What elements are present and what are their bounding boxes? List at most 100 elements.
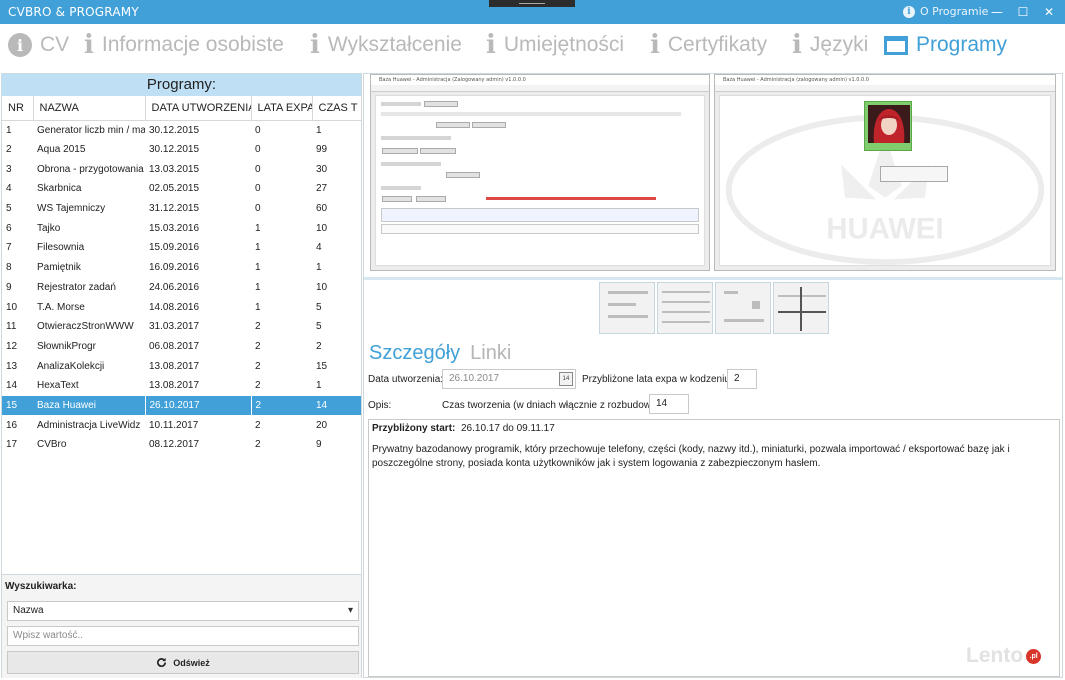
- row-exp-years: 2: [255, 439, 261, 451]
- details-panel: Baza Huawei - Administracja (Zalogowany …: [363, 73, 1063, 678]
- row-exp-years: 0: [255, 183, 261, 195]
- row-name: WS Tajemniczy: [37, 203, 106, 215]
- program-screenshot-secondary[interactable]: Baza Huawei - Administracja (zalogowany …: [714, 74, 1056, 271]
- column-header[interactable]: NAZWA: [33, 96, 146, 121]
- column-header[interactable]: CZAS T: [312, 96, 362, 121]
- close-button[interactable]: ✕: [1035, 0, 1063, 24]
- table-row[interactable]: 5 WS Tajemniczy 31.12.2015 0 60: [2, 199, 361, 219]
- row-date: 30.12.2015: [149, 124, 200, 136]
- tab-informacje-osobiste[interactable]: i Informacje osobiste: [84, 28, 284, 62]
- row-date: 13.08.2017: [149, 360, 200, 372]
- thumbnail-4[interactable]: [773, 282, 829, 334]
- info-icon: i: [84, 30, 94, 60]
- column-header[interactable]: LATA EXPA: [251, 96, 313, 121]
- row-number: 8: [6, 262, 12, 274]
- row-time: 10: [316, 281, 328, 293]
- row-date: 30.12.2015: [149, 144, 200, 156]
- row-time: 15: [316, 360, 328, 372]
- row-name: AnalizaKolekcji: [37, 360, 105, 372]
- row-number: 17: [6, 439, 18, 451]
- column-header[interactable]: NR: [2, 96, 34, 121]
- created-date-picker[interactable]: 26.10.2017 14: [442, 369, 576, 389]
- about-button[interactable]: i O Programie: [903, 5, 988, 18]
- row-date: 13.03.2015: [149, 163, 200, 175]
- main-nav: i CV i Informacje osobiste i Wykształcen…: [0, 24, 1065, 70]
- tab-cv[interactable]: i CV: [8, 28, 69, 62]
- search-input[interactable]: Wpisz wartość..: [7, 626, 359, 646]
- row-date: 08.12.2017: [149, 439, 200, 451]
- table-row[interactable]: 9 Rejestrator zadań 24.06.2016 1 10: [2, 278, 361, 298]
- row-number: 12: [6, 340, 18, 352]
- row-number: 15: [2, 395, 33, 416]
- experience-field[interactable]: 2: [727, 369, 757, 389]
- table-row[interactable]: 4 Skarbnica 02.05.2015 0 27: [2, 179, 361, 199]
- tab-programy[interactable]: Programy: [884, 28, 1007, 62]
- row-name: CVBro: [37, 439, 67, 451]
- row-time: 14: [312, 395, 361, 416]
- table-row[interactable]: 12 SłownikProgr 06.08.2017 2 2: [2, 337, 361, 357]
- row-exp-years: 1: [255, 301, 261, 313]
- table-row[interactable]: 11 OtwieraczStronWWW 31.03.2017 2 5: [2, 317, 361, 337]
- row-date: 26.10.2017: [144, 395, 252, 416]
- row-number: 10: [6, 301, 18, 313]
- table-row[interactable]: 1 Generator liczb min / max 30.12.2015 0 1: [2, 120, 361, 140]
- column-header[interactable]: DATA UTWORZENIA: [145, 96, 252, 121]
- row-name: Rejestrator zadań: [37, 281, 116, 293]
- table-row[interactable]: 8 Pamiętnik 16.09.2016 1 1: [2, 258, 361, 278]
- row-name: HexaText: [37, 380, 79, 392]
- row-date: 31.03.2017: [149, 321, 200, 333]
- info-circle-icon: i: [8, 33, 32, 57]
- table-row[interactable]: 2 Aqua 2015 30.12.2015 0 99: [2, 140, 361, 160]
- program-screenshot-main[interactable]: Baza Huawei - Administracja (Zalogowany …: [370, 74, 710, 271]
- start-value: 26.10.17 do 09.11.17: [461, 423, 555, 434]
- row-date: 13.08.2017: [149, 380, 200, 392]
- search-field-select[interactable]: Nazwa: [7, 601, 359, 621]
- row-name: SłownikProgr: [37, 340, 96, 352]
- row-name: Pamiętnik: [37, 262, 81, 274]
- search-panel: Wyszukiwarka: Nazwa Wpisz wartość.. Odśw…: [2, 574, 361, 678]
- tab-label: Programy: [916, 33, 1008, 56]
- table-row[interactable]: 14 HexaText 13.08.2017 2 1: [2, 376, 361, 396]
- lento-logo-text: Lento: [966, 644, 1024, 667]
- screenshot-title: Baza Huawei - Administracja (zalogowany …: [715, 75, 1055, 85]
- row-time: 60: [316, 203, 328, 215]
- row-exp-years: 1: [255, 281, 261, 293]
- tab-jezyki[interactable]: i Języki: [792, 28, 868, 62]
- tab-certyfikaty[interactable]: i Certyfikaty: [650, 28, 767, 62]
- minimize-button[interactable]: —: [983, 0, 1011, 24]
- table-row[interactable]: 6 Tajko 15.03.2016 1 10: [2, 218, 361, 238]
- row-date: 14.08.2016: [149, 301, 200, 313]
- table-row[interactable]: 15 Baza Huawei 26.10.2017 2 14: [2, 395, 361, 416]
- drag-handle[interactable]: [489, 0, 575, 7]
- tab-szczegoly[interactable]: Szczegóły: [369, 342, 460, 365]
- programs-table: NR NAZWA DATA UTWORZENIA LATA EXPA CZAS …: [2, 96, 362, 455]
- creation-time-label: Czas tworzenia (w dniach włącznie z rozb…: [442, 400, 660, 411]
- table-row[interactable]: 3 Obrona - przygotowania 13.03.2015 0 30: [2, 159, 361, 179]
- table-row[interactable]: 17 CVBro 08.12.2017 2 9: [2, 435, 361, 455]
- row-date: 10.11.2017: [149, 419, 199, 431]
- refresh-button[interactable]: Odśwież: [7, 651, 359, 674]
- thumbnail-2[interactable]: [657, 282, 713, 334]
- table-row[interactable]: 7 Filesownia 15.09.2016 1 4: [2, 238, 361, 258]
- row-exp-years: 1: [255, 242, 261, 254]
- details-tabs: Szczegóły Linki: [369, 342, 511, 365]
- row-number: 3: [6, 163, 12, 175]
- watermark-text: HUAWEI: [826, 213, 943, 246]
- table-row[interactable]: 10 T.A. Morse 14.08.2016 1 5: [2, 297, 361, 317]
- tab-wyksztalcenie[interactable]: i Wykształcenie: [310, 28, 462, 62]
- creation-time-field[interactable]: 14: [649, 394, 689, 414]
- table-row[interactable]: 13 AnalizaKolekcji 13.08.2017 2 15: [2, 356, 361, 376]
- row-time: 10: [316, 222, 328, 234]
- maximize-button[interactable]: ☐: [1009, 0, 1037, 24]
- thumbnail-1[interactable]: [599, 282, 655, 334]
- info-icon: i: [310, 30, 320, 60]
- screenshot-body: HUAWEI: [719, 95, 1051, 266]
- tab-linki[interactable]: Linki: [470, 342, 511, 365]
- calendar-icon[interactable]: 14: [559, 372, 573, 386]
- description-box[interactable]: Przybliżony start: 26.10.17 do 09.11.17 …: [368, 419, 1060, 677]
- row-time: 2: [316, 340, 322, 352]
- tab-umiejetnosci[interactable]: i Umiejętności: [486, 28, 624, 62]
- row-time: 4: [316, 242, 322, 254]
- table-row[interactable]: 16 Administracja LiveWidz 10.11.2017 2 20: [2, 415, 361, 435]
- thumbnail-3[interactable]: [715, 282, 771, 334]
